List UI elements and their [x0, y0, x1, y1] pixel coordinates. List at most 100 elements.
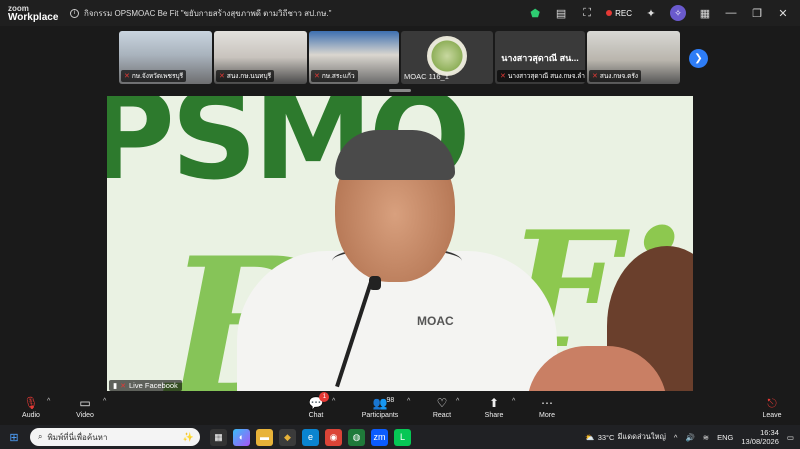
more-label: More — [539, 412, 555, 419]
participant-name: กษ.สระแก้ว — [321, 73, 355, 80]
task-view-icon[interactable]: ▦ — [210, 428, 227, 446]
microphone — [369, 276, 381, 290]
participant-name: นางสาวสุดาณี สนง.กษจ.ลำปาง — [507, 73, 585, 80]
react-label: React — [432, 412, 452, 419]
app-icon[interactable]: ◆ — [279, 428, 296, 446]
weather-widget[interactable]: ⛅ 33°C มีแดดส่วนใหญ่ — [585, 431, 666, 443]
share-screen-icon: ⬆ — [488, 396, 500, 410]
more-button[interactable]: ⋯ More — [522, 396, 572, 419]
recording-indicator[interactable]: REC — [606, 9, 632, 18]
rec-label: REC — [615, 8, 632, 18]
leave-button[interactable]: ⎋ Leave — [747, 396, 797, 419]
heart-icon: ♡ — [436, 396, 448, 410]
speaker-name: Live Facebook — [129, 381, 178, 390]
file-explorer-icon[interactable]: ▬ — [256, 428, 273, 446]
participant-tile[interactable]: ✕ สนง.กษจ.ตรัง — [587, 31, 680, 84]
edge-icon[interactable]: e — [302, 428, 319, 446]
line-icon[interactable]: L — [394, 428, 411, 446]
language-indicator[interactable]: ENG — [717, 433, 733, 442]
mic-muted-icon: ✕ — [592, 73, 598, 80]
mic-muted-icon: 🎙 — [23, 396, 39, 410]
shirt-logo: MOAC — [417, 314, 454, 328]
temperature: 33°C — [597, 432, 615, 442]
participant-name: สนง.กษจ.ตรัง — [599, 73, 638, 80]
window-titlebar: zoom Workplace i กิจกรรม OPSMOAC Be Fit … — [0, 0, 800, 26]
mic-muted-icon: ✕ — [124, 73, 130, 80]
ministry-seal-avatar — [427, 36, 467, 76]
participant-tile[interactable]: MOAC 116_1 — [401, 31, 493, 84]
magic-wand-icon[interactable]: ✦ — [644, 7, 658, 20]
brand-line2: Workplace — [8, 12, 59, 23]
participant-tile[interactable]: ✕ สนง.กษ.นนทบุรี — [214, 31, 307, 84]
search-highlight-icon: ✨ — [182, 431, 194, 442]
volume-icon[interactable]: 🔊 — [685, 433, 694, 442]
leave-label: Leave — [762, 412, 782, 419]
participants-button[interactable]: 👥 98 Participants — [355, 396, 405, 419]
more-icon: ⋯ — [541, 396, 553, 410]
chat-label: Chat — [308, 412, 324, 419]
video-label: Video — [76, 412, 94, 419]
record-dot-icon — [606, 10, 613, 16]
zoom-taskbar-icon[interactable]: zm — [371, 428, 388, 446]
shield-icon[interactable]: ⬟ — [528, 7, 542, 20]
windows-start-icon[interactable]: ⊞ — [2, 431, 26, 444]
close-icon[interactable]: ✕ — [776, 7, 790, 20]
active-speaker-video[interactable]: PSMO Be Fit MOAC — [107, 96, 693, 391]
signal-icon: ▮ — [113, 381, 118, 390]
chat-options-caret[interactable]: ^ — [332, 398, 335, 405]
participants-options-caret[interactable]: ^ — [407, 398, 410, 405]
notes-icon[interactable]: ▤ — [554, 7, 568, 20]
participant-tile[interactable]: ✕ กษ.สระแก้ว — [309, 31, 399, 84]
tile-label: ✕ สนง.กษจ.ตรัง — [589, 70, 641, 82]
info-icon[interactable]: i — [70, 8, 79, 18]
meeting-info[interactable]: i กิจกรรม OPSMOAC Be Fit "ขยับกายสร้างสุ… — [70, 7, 520, 20]
wifi-icon[interactable]: ≋ — [703, 433, 709, 442]
audio-options-caret[interactable]: ^ — [47, 398, 50, 405]
tile-label: ✕ นางสาวสุดาณี สนง.กษจ.ลำปาง — [497, 70, 585, 82]
react-options-caret[interactable]: ^ — [456, 398, 459, 405]
strip-resize-handle[interactable] — [389, 89, 411, 92]
participant-count: 98 — [386, 397, 395, 404]
participant-name: MOAC 116_1 — [404, 72, 449, 81]
taskbar-search[interactable]: ⌕ พิมพ์ที่นี่เพื่อค้นหา ✨ — [30, 428, 200, 446]
participant-name: สนง.กษ.นนทบุรี — [226, 73, 272, 80]
people-icon: 👥 98 — [373, 396, 395, 411]
share-label: Share — [484, 412, 504, 419]
view-icon[interactable]: ▦ — [698, 7, 712, 20]
time: 16:34 — [760, 428, 779, 437]
audio-label: Audio — [22, 412, 40, 419]
tile-label: ✕ สนง.กษ.นนทบุรี — [216, 70, 275, 82]
weather-icon: ⛅ — [585, 432, 595, 442]
meeting-controls: 🎙 Audio ^ ▭ Video ^ 💬 1 Chat ^ 👥 98 Partic… — [0, 392, 800, 425]
search-icon: ⌕ — [38, 432, 43, 441]
participant-tile[interactable]: ✕ กษ.จังหวัดเพชรบุรี — [119, 31, 212, 84]
share-options-caret[interactable]: ^ — [512, 398, 515, 405]
restore-icon[interactable]: ❐ — [750, 7, 764, 20]
camera-icon: ▭ — [79, 396, 91, 410]
video-options-caret[interactable]: ^ — [103, 398, 106, 405]
clock[interactable]: 16:34 13/08/2026 — [741, 428, 779, 446]
notification-icon[interactable]: ▭ — [787, 433, 794, 442]
ai-companion-button[interactable]: ✧ — [670, 5, 686, 21]
next-page-button[interactable]: ❯ — [689, 49, 708, 68]
mic-muted-icon: ✕ — [500, 73, 506, 80]
mic-muted-icon: ✕ — [120, 382, 127, 390]
chat-icon: 💬 1 — [309, 392, 330, 411]
video-name-label: ▮ ✕ Live Facebook — [109, 380, 182, 391]
edge-dev-icon[interactable]: ◍ — [348, 428, 365, 446]
participant-tile[interactable]: นางสาวสุดาณี สน... ✕ นางสาวสุดาณี สนง.กษ… — [495, 31, 585, 84]
weather-description: มีแดดส่วนใหญ่ — [617, 432, 666, 441]
chevron-up-icon[interactable]: ^ — [674, 433, 678, 442]
minimize-icon[interactable]: — — [724, 7, 738, 19]
mic-muted-icon: ✕ — [314, 73, 320, 80]
react-button[interactable]: ♡ React — [417, 396, 467, 419]
copilot-icon[interactable]: ◐ — [233, 428, 250, 446]
speaker-hair — [335, 130, 455, 180]
tile-label: ✕ กษ.จังหวัดเพชรบุรี — [121, 70, 187, 82]
chrome-icon[interactable]: ◉ — [325, 428, 342, 446]
tile-label: ✕ กษ.สระแก้ว — [311, 70, 358, 82]
zoom-logo: zoom Workplace — [0, 4, 70, 23]
os-taskbar: ⊞ ⌕ พิมพ์ที่นี่เพื่อค้นหา ✨ ▦ ◐ ▬ ◆ e ◉ … — [0, 425, 800, 449]
participants-label: Participants — [361, 412, 399, 419]
expand-icon[interactable]: ⛶ — [580, 7, 594, 20]
